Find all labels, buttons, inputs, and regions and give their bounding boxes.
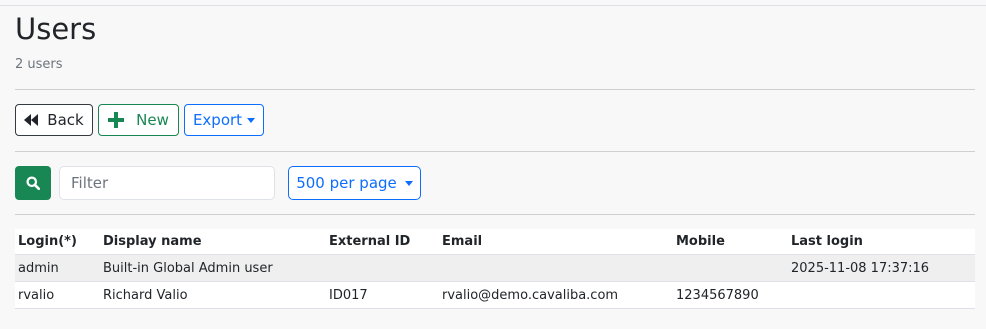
cell-external-id (326, 254, 439, 282)
cell-login[interactable]: rvalio (15, 281, 100, 309)
cell-login[interactable]: admin (15, 254, 100, 282)
table-header-row: Login(*) Display name External ID Email … (15, 229, 975, 255)
cell-display-name: Richard Valio (100, 281, 326, 309)
column-header-external-id[interactable]: External ID (326, 229, 439, 255)
divider (15, 214, 975, 215)
table-row[interactable]: rvalio Richard Valio ID017 rvalio@demo.c… (15, 281, 975, 309)
column-header-last-login[interactable]: Last login (788, 229, 975, 255)
cell-email: rvalio@demo.cavaliba.com (439, 281, 673, 309)
new-button[interactable]: New (98, 104, 179, 136)
search-button[interactable] (15, 166, 51, 200)
cell-external-id: ID017 (326, 281, 439, 309)
column-header-login[interactable]: Login(*) (15, 229, 100, 255)
user-count: 2 users (15, 57, 63, 72)
cell-display-name: Built-in Global Admin user (100, 254, 326, 282)
back-label: Back (47, 111, 84, 129)
per-page-label: 500 per page (296, 174, 397, 192)
users-table: Login(*) Display name External ID Email … (15, 229, 975, 309)
top-divider (0, 5, 986, 6)
new-label: New (136, 111, 169, 129)
page-title: Users (15, 12, 97, 46)
column-header-display-name[interactable]: Display name (100, 229, 326, 255)
filter-input[interactable] (59, 166, 275, 200)
cell-last-login: 2025-11-08 17:37:16 (788, 254, 975, 282)
cell-last-login (788, 281, 975, 309)
column-header-mobile[interactable]: Mobile (673, 229, 788, 255)
cell-mobile: 1234567890 (673, 281, 788, 309)
fast-backward-icon (24, 114, 39, 126)
divider (15, 151, 975, 152)
search-icon (26, 176, 40, 190)
export-label: Export (192, 111, 243, 129)
cell-email (439, 254, 673, 282)
caret-down-icon (247, 118, 256, 123)
back-button[interactable]: Back (15, 104, 93, 136)
column-header-email[interactable]: Email (439, 229, 673, 255)
table-row[interactable]: admin Built-in Global Admin user 2025-11… (15, 254, 975, 282)
export-dropdown[interactable]: Export (184, 104, 264, 136)
per-page-dropdown[interactable]: 500 per page (288, 166, 421, 200)
caret-down-icon (404, 181, 413, 186)
divider (15, 89, 975, 90)
cell-mobile (673, 254, 788, 282)
plus-icon (108, 112, 125, 128)
